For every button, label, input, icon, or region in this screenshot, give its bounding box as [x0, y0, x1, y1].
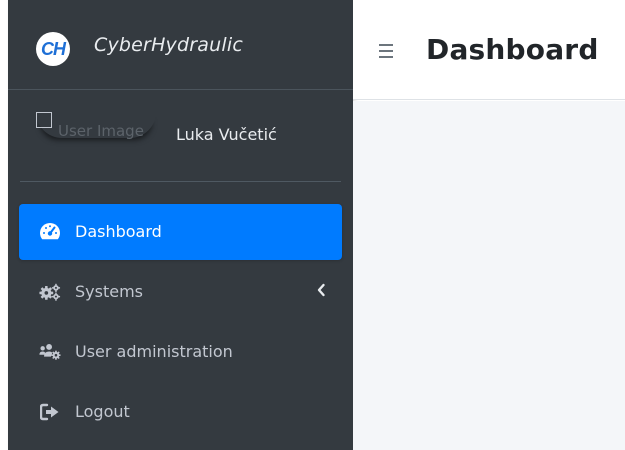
brand-name: CyberHydraulic [94, 34, 243, 56]
sidebar-item-systems[interactable]: Systems [19, 264, 342, 320]
chevron-left-icon [314, 280, 328, 300]
user-image-alt: User Image [58, 122, 144, 140]
sidebar-item-label: Logout [75, 402, 130, 421]
menu-toggle-icon[interactable] [379, 44, 393, 58]
sidebar-divider [20, 181, 341, 182]
main-header: Dashboard [353, 0, 625, 100]
users-cog-icon [39, 342, 61, 362]
brand-logo-text: CH [41, 38, 66, 59]
sidebar-nav: Dashboard Systems User administration Lo… [19, 204, 342, 444]
cogs-icon [39, 282, 61, 302]
content-area [353, 101, 625, 450]
left-edge [0, 0, 8, 450]
sidebar-item-user-administration[interactable]: User administration [19, 324, 342, 380]
user-panel: User Image Luka Vučetić [8, 90, 353, 182]
brand-link[interactable]: CH CyberHydraulic [8, 0, 353, 90]
sidebar-item-label: Systems [75, 282, 143, 301]
app-window: CH CyberHydraulic User Image Luka Vučeti… [0, 0, 625, 450]
sign-out-icon [39, 402, 61, 422]
sidebar-item-label: Dashboard [75, 222, 162, 241]
page-title: Dashboard [426, 33, 599, 66]
sidebar-item-dashboard[interactable]: Dashboard [19, 204, 342, 260]
sidebar-item-logout[interactable]: Logout [19, 384, 342, 440]
tachometer-icon [39, 222, 61, 242]
user-image: User Image [36, 112, 156, 140]
broken-image-icon [36, 112, 52, 128]
user-name-link[interactable]: Luka Vučetić [176, 125, 277, 144]
sidebar-item-label: User administration [75, 342, 233, 361]
sidebar: CH CyberHydraulic User Image Luka Vučeti… [8, 0, 353, 450]
brand-logo: CH [36, 32, 70, 66]
